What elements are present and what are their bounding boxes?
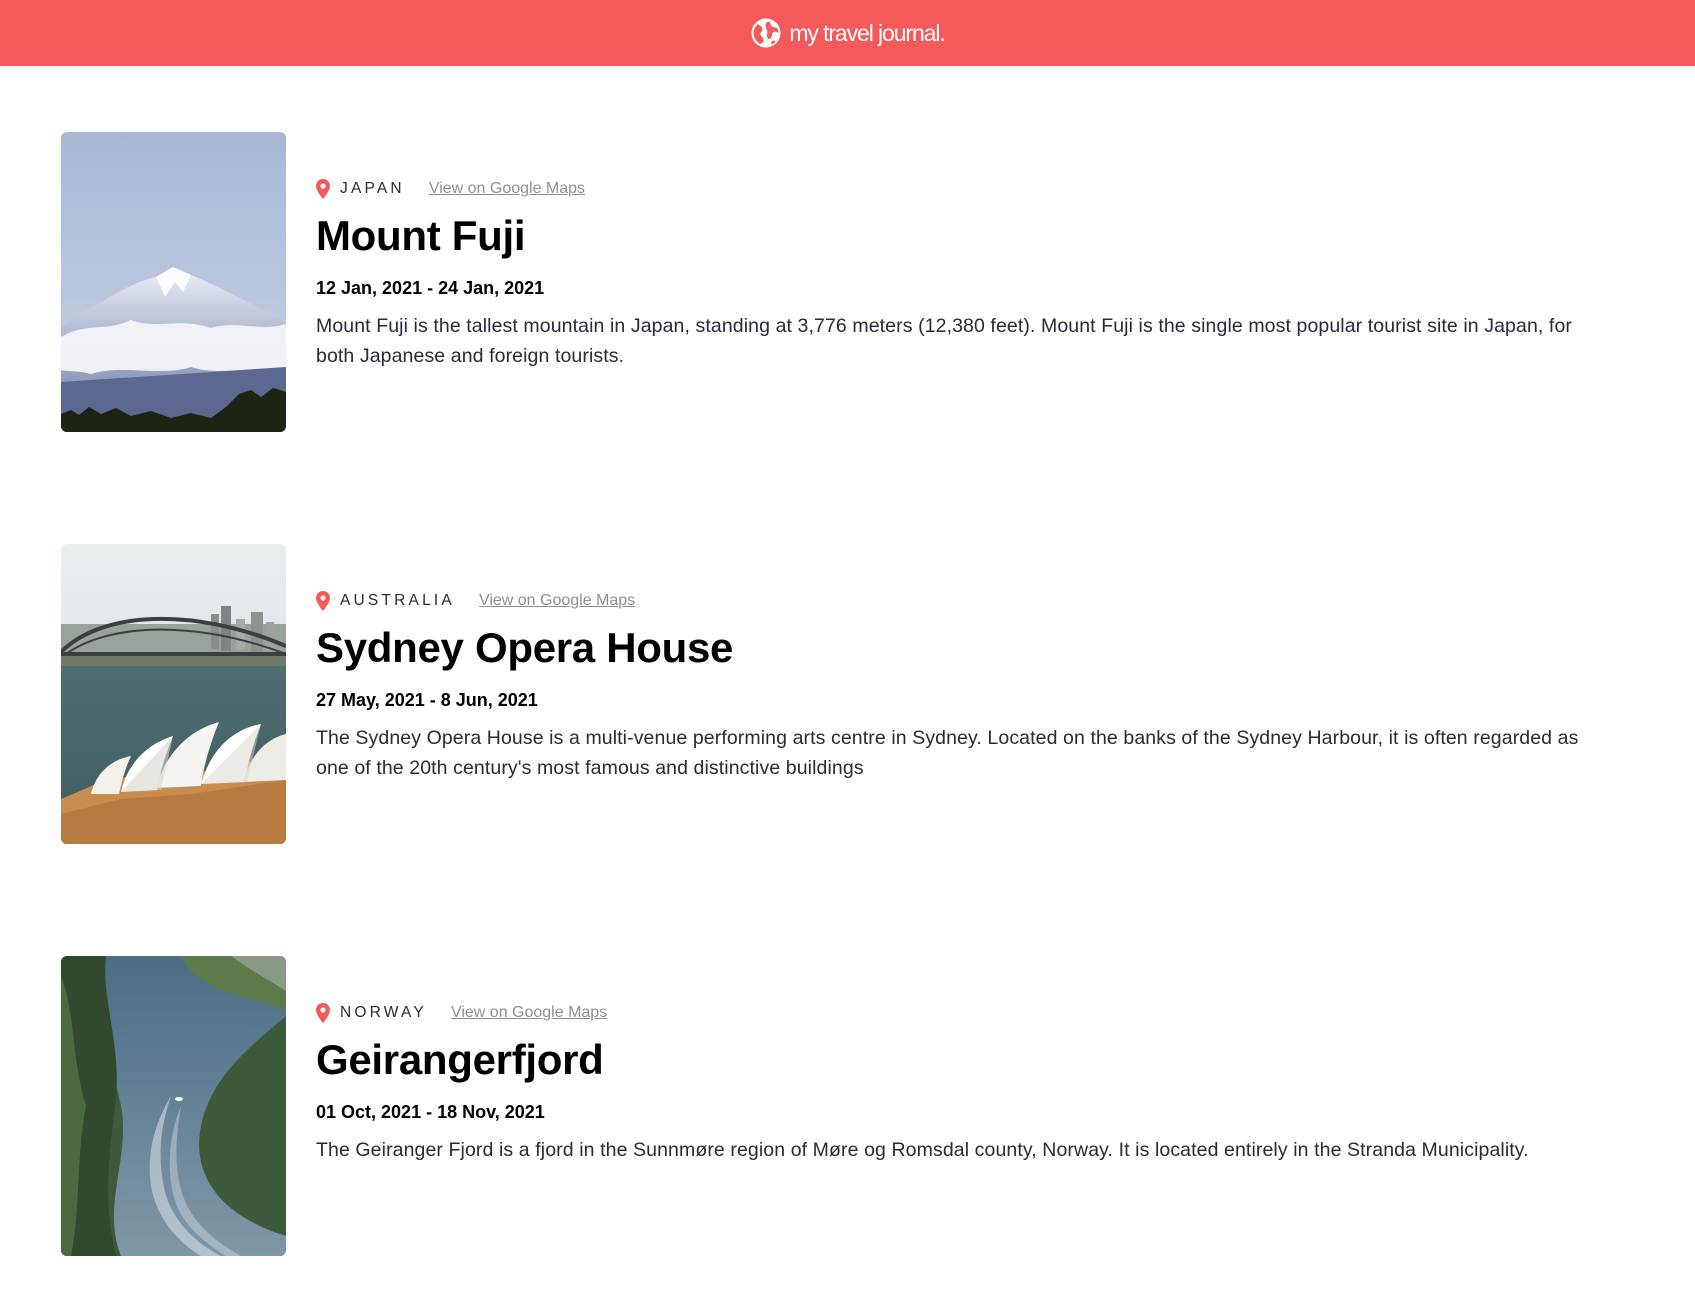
entry-title: Mount Fuji [316,212,526,259]
entry-country: AUSTRALIA [340,592,455,609]
entry-photo-mount-fuji [61,132,286,432]
journal-entries: JAPAN View on Google Maps Mount Fuji 12 … [0,66,1695,1302]
entry-dates: 12 Jan, 2021 - 24 Jan, 2021 [316,278,545,298]
top-navbar: my travel journal. [0,0,1695,66]
journal-entry: NORWAY View on Google Maps Geirangerfjor… [0,890,1695,1302]
entry-dates: 27 May, 2021 - 8 Jun, 2021 [316,690,538,710]
entry-photo-geirangerfjord [61,956,286,1256]
location-pin-icon [316,179,330,199]
entry-title: Geirangerfjord [316,1036,604,1083]
google-maps-link[interactable]: View on Google Maps [479,592,635,610]
entry-dates: 01 Oct, 2021 - 18 Nov, 2021 [316,1102,545,1122]
entry-description: The Geiranger Fjord is a fjord in the Su… [316,1139,1529,1161]
globe-icon [751,18,781,48]
journal-entry: AUSTRALIA View on Google Maps Sydney Ope… [0,478,1695,890]
journal-entry: JAPAN View on Google Maps Mount Fuji 12 … [0,66,1695,478]
entry-country: JAPAN [340,180,405,197]
location-pin-icon [316,591,330,611]
entry-photo-sydney-opera-house [61,544,286,844]
brand-name: my travel journal. [789,19,945,46]
location-pin-icon [316,1003,330,1023]
entry-country: NORWAY [340,1004,427,1021]
entry-description: Mount Fuji is the tallest mountain in Ja… [316,315,1572,367]
entry-description: The Sydney Opera House is a multi-venue … [316,727,1579,779]
brand[interactable]: my travel journal. [750,17,946,49]
google-maps-link[interactable]: View on Google Maps [429,180,585,198]
google-maps-link[interactable]: View on Google Maps [451,1004,607,1022]
entry-title: Sydney Opera House [316,624,734,671]
